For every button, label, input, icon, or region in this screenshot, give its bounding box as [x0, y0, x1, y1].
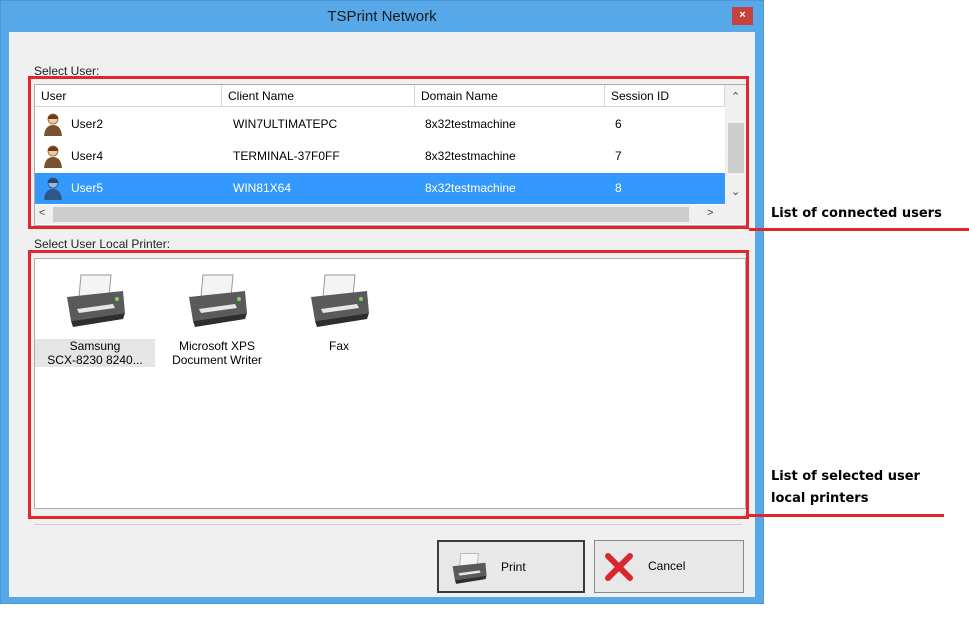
- select-printer-label: Select User Local Printer:: [34, 237, 171, 251]
- print-button[interactable]: Print: [437, 540, 585, 593]
- printer-icon: [452, 553, 487, 584]
- print-button-label: Print: [501, 560, 526, 574]
- annotation-box-printers: [28, 250, 749, 519]
- annotation-printers-line1: List of selected user: [771, 469, 920, 484]
- separator: [34, 524, 742, 525]
- annotation-line-users: [749, 228, 969, 231]
- annotation-line-printers: [749, 514, 944, 517]
- cancel-button[interactable]: Cancel: [594, 540, 744, 593]
- annotation-printers-text: List of selected user local printers: [771, 466, 920, 510]
- title-bar[interactable]: TSPrint Network ×: [1, 1, 763, 31]
- cancel-x-icon: [605, 553, 633, 581]
- annotation-printers-line2: local printers: [771, 491, 869, 506]
- annotation-users-text: List of connected users: [771, 206, 942, 221]
- annotation-box-users: [28, 76, 749, 229]
- cancel-button-label: Cancel: [648, 559, 686, 573]
- close-button[interactable]: ×: [732, 7, 753, 25]
- window-title: TSPrint Network: [327, 8, 437, 25]
